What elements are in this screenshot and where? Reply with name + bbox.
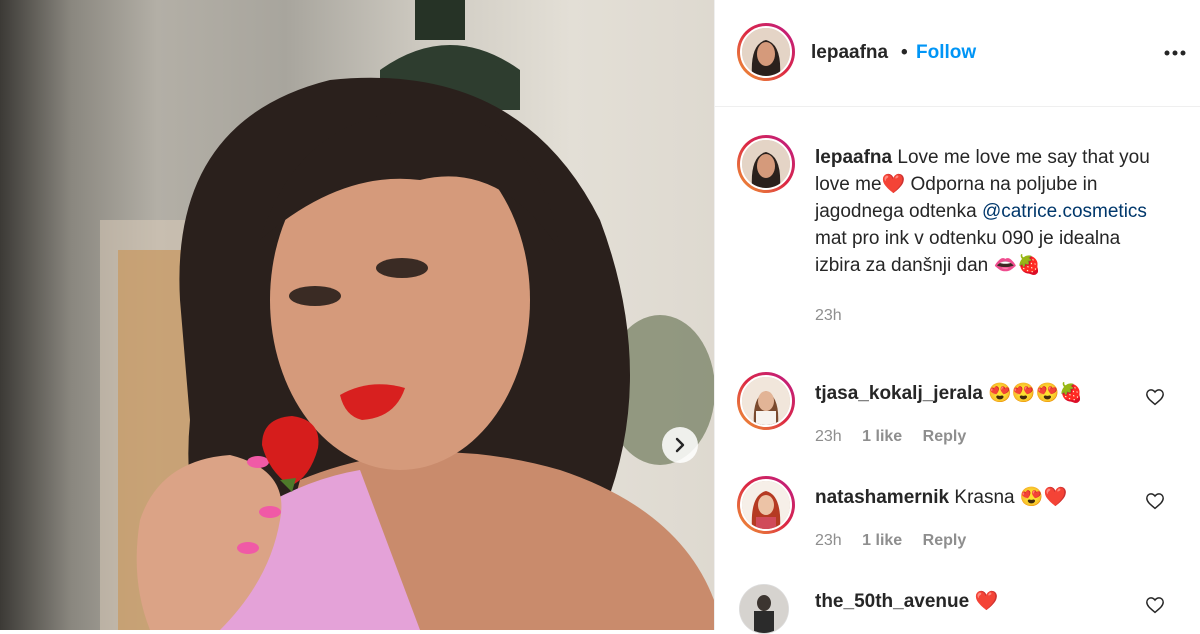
comment-emojis: 😍😍😍🍓	[988, 383, 1083, 404]
comment-like-button[interactable]	[1145, 388, 1165, 411]
chevron-right-icon	[675, 437, 685, 453]
comment-time: 23h	[815, 532, 842, 549]
separator-dot: •	[901, 42, 908, 63]
more-options-icon	[1164, 50, 1186, 56]
caption-text-3: mat pro ink v odtenku 090 je idealna izb…	[815, 228, 1121, 276]
caption-emojis: 👄🍓	[993, 255, 1041, 276]
comment-text: Krasna	[954, 487, 1015, 508]
comment-username[interactable]: natashamernik	[815, 487, 949, 508]
caption-mention-link[interactable]: @catrice.cosmetics	[982, 201, 1147, 222]
post-time: 23h	[815, 307, 842, 324]
next-photo-button[interactable]	[662, 427, 698, 463]
comment-likes[interactable]: 1 like	[862, 428, 902, 445]
comment-avatar[interactable]	[737, 476, 795, 534]
caption-username[interactable]: lepaafna	[815, 147, 892, 168]
heart-outline-icon	[1146, 597, 1164, 614]
comment-emojis: ❤️	[974, 591, 999, 612]
comment-reply-button[interactable]: Reply	[923, 428, 967, 445]
comment-avatar[interactable]	[737, 372, 795, 430]
comment-likes[interactable]: 1 like	[862, 532, 902, 549]
comment-reply-button[interactable]: Reply	[923, 532, 967, 549]
heart-outline-icon	[1146, 493, 1164, 510]
post-sidebar: lepaafna • Follow lepaafna Love me love …	[714, 0, 1200, 634]
comment-time: 23h	[815, 428, 842, 445]
caption-heart-emoji: ❤️	[881, 174, 906, 195]
post-photo[interactable]	[0, 0, 714, 630]
photo-illustration	[100, 0, 714, 630]
author-username[interactable]: lepaafna	[811, 42, 888, 64]
follow-button[interactable]: Follow	[916, 42, 976, 64]
post-header: lepaafna • Follow	[715, 0, 1200, 107]
more-options-button[interactable]	[1163, 44, 1187, 62]
comment-avatar[interactable]	[739, 584, 789, 634]
heart-outline-icon	[1146, 389, 1164, 406]
comment-username[interactable]: the_50th_avenue	[815, 591, 969, 612]
author-avatar[interactable]	[737, 23, 795, 81]
caption-avatar[interactable]	[737, 135, 795, 193]
comment-like-button[interactable]	[1145, 596, 1165, 619]
comment-username[interactable]: tjasa_kokalj_jerala	[815, 383, 983, 404]
post-caption: lepaafna Love me love me say that you lo…	[815, 144, 1165, 329]
comment-emojis: 😍❤️	[1019, 487, 1068, 508]
comment-like-button[interactable]	[1145, 492, 1165, 515]
